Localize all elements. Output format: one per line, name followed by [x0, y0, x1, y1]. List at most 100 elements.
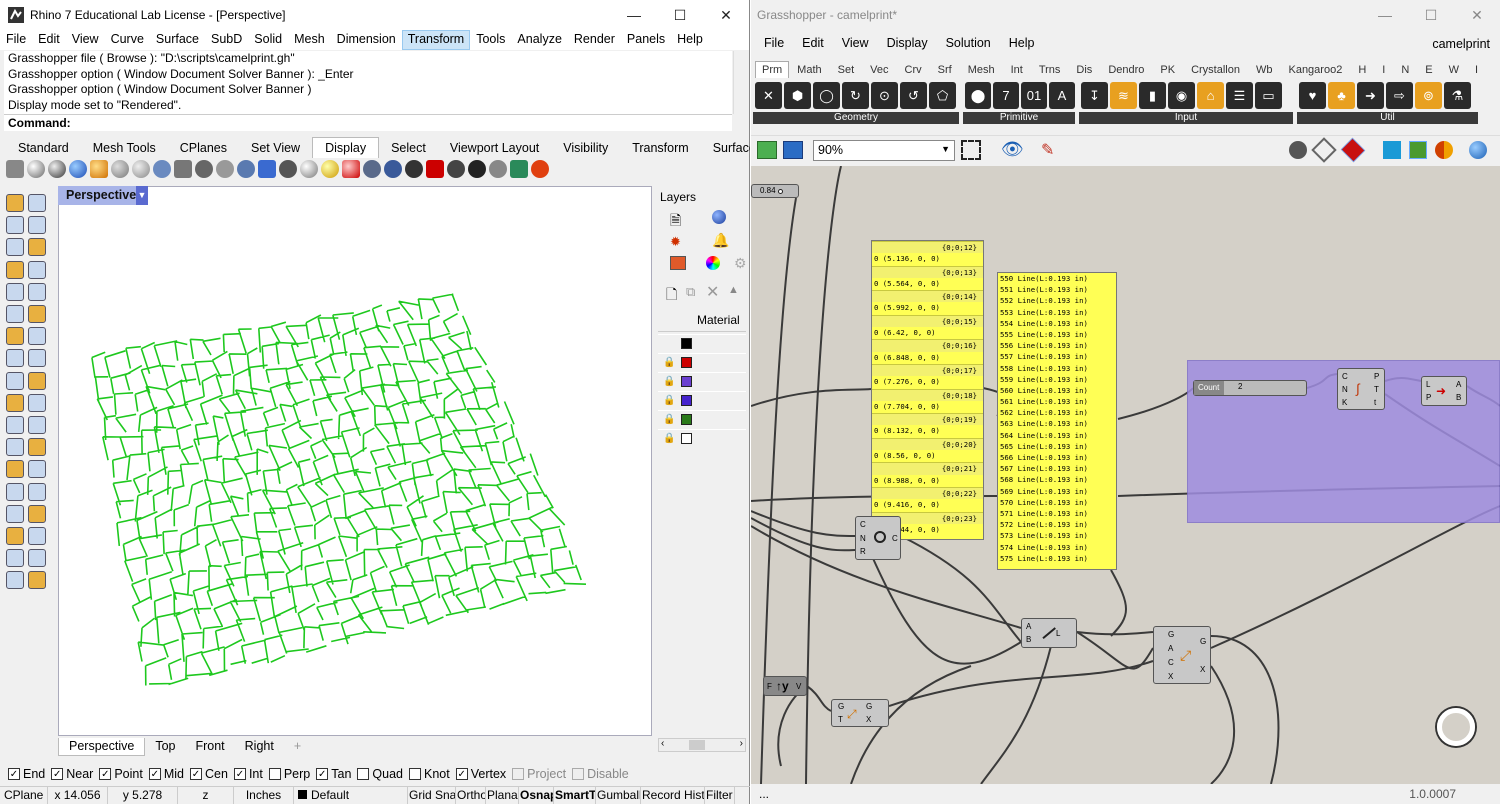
display-tool-icon[interactable]: [342, 160, 360, 178]
osnap-end[interactable]: ✓ End: [8, 767, 45, 781]
osnap-disable[interactable]: Disable: [572, 767, 629, 781]
layers-hscrollbar[interactable]: ‹ ›: [658, 738, 746, 752]
lock-icon[interactable]: 🔒: [663, 414, 675, 425]
layer-row[interactable]: 🔒: [658, 410, 746, 428]
display-tool-icon[interactable]: [111, 160, 129, 178]
color-wheel-icon[interactable]: [706, 256, 720, 270]
modeling-tool-icon[interactable]: [28, 504, 46, 523]
command-prompt[interactable]: Command:: [4, 114, 732, 131]
layer-row[interactable]: 🔒: [658, 372, 746, 390]
gh-menu-display[interactable]: Display: [878, 34, 937, 54]
layer-color-swatch[interactable]: [681, 357, 692, 368]
osnap-project[interactable]: Project: [512, 767, 566, 781]
component-button-icon[interactable]: ▭: [1255, 82, 1282, 109]
gh-tab[interactable]: Int: [1003, 62, 1031, 78]
display-tool-icon[interactable]: [237, 160, 255, 178]
component-button-icon[interactable]: ⬢: [784, 82, 811, 109]
panel-group-label[interactable]: Input: [1079, 112, 1293, 124]
modeling-tool-icon[interactable]: [28, 371, 46, 390]
gh-tab[interactable]: Vec: [862, 62, 896, 78]
checkbox-icon[interactable]: ✓: [8, 768, 20, 780]
gh-tab[interactable]: Kangaroo2: [1280, 62, 1350, 78]
transform-component[interactable]: GACX GX ⤢: [1153, 626, 1211, 684]
modeling-tool-icon[interactable]: [6, 571, 24, 590]
osnap-knot[interactable]: Knot: [409, 767, 450, 781]
modeling-tool-icon[interactable]: [28, 327, 46, 346]
toolbar-tab[interactable]: Set View: [239, 138, 312, 158]
circle-component[interactable]: CNR C: [855, 516, 901, 560]
menu-mesh[interactable]: Mesh: [288, 30, 331, 50]
osnap-point[interactable]: ✓ Point: [99, 767, 143, 781]
component-button-icon[interactable]: ⊚: [1415, 82, 1442, 109]
osnap-int[interactable]: ✓ Int: [233, 767, 263, 781]
document-name[interactable]: camelprint: [1432, 37, 1490, 51]
gh-menu-solution[interactable]: Solution: [937, 34, 1000, 54]
modeling-tool-icon[interactable]: [28, 571, 46, 590]
history-scrollbar[interactable]: [733, 51, 747, 114]
checkbox-icon[interactable]: [268, 768, 281, 780]
checkbox-icon[interactable]: [572, 768, 585, 780]
color-swatch-icon[interactable]: [1435, 141, 1453, 159]
display-tool-icon[interactable]: [531, 160, 549, 178]
layer-color-swatch[interactable]: [681, 395, 692, 406]
component-button-icon[interactable]: 7: [993, 82, 1019, 109]
menu-render[interactable]: Render: [568, 30, 621, 50]
modeling-tool-icon[interactable]: [28, 549, 46, 568]
gh-tab[interactable]: PK: [1152, 62, 1183, 78]
modeling-tool-icon[interactable]: [6, 282, 24, 301]
status-y[interactable]: y 5.278: [108, 787, 178, 804]
checkbox-icon[interactable]: [512, 768, 525, 780]
material-sphere-icon[interactable]: [712, 210, 726, 224]
menu-subd[interactable]: SubD: [205, 30, 248, 50]
gh-tab[interactable]: Crystallon: [1183, 62, 1248, 78]
toolbar-tab[interactable]: Transform: [620, 138, 701, 158]
yellow-panel-lines[interactable]: 550 Line(L:0.193 in) 551 Line(L:0.193 in)…: [997, 272, 1117, 570]
modeling-tool-icon[interactable]: [28, 460, 46, 479]
toolbar-tab[interactable]: Surface To: [701, 138, 750, 158]
panel-group-label[interactable]: Util: [1297, 112, 1478, 124]
perspective-viewport[interactable]: [58, 186, 652, 736]
checkbox-icon[interactable]: ✓: [233, 768, 246, 780]
sphere-preview-icon[interactable]: [1469, 141, 1487, 159]
mesh-settings-icon[interactable]: [1409, 141, 1427, 159]
menu-curve[interactable]: Curve: [105, 30, 150, 50]
toolbar-tab[interactable]: Display: [312, 137, 380, 158]
zoom-dropdown[interactable]: 90% ▼: [813, 140, 955, 161]
menu-analyze[interactable]: Analyze: [511, 30, 567, 50]
checkbox-icon[interactable]: ✓: [51, 768, 64, 780]
modeling-tool-icon[interactable]: [28, 260, 46, 279]
display-tool-icon[interactable]: [90, 160, 108, 178]
component-button-icon[interactable]: ⊙: [871, 82, 898, 109]
component-button-icon[interactable]: ⌂: [1197, 82, 1224, 109]
status-toggle[interactable]: Gumball: [596, 787, 641, 804]
component-button-icon[interactable]: ◯: [813, 82, 840, 109]
move-component[interactable]: GTGX ⤢: [831, 699, 889, 727]
modeling-tool-icon[interactable]: [6, 371, 24, 390]
component-button-icon[interactable]: ↺: [900, 82, 927, 109]
layer-tab-icon[interactable]: [670, 256, 686, 270]
new-document-icon[interactable]: 🗋: [666, 284, 677, 308]
component-button-icon[interactable]: 01: [1021, 82, 1047, 109]
display-tool-icon[interactable]: [6, 160, 24, 178]
modeling-tool-icon[interactable]: [28, 305, 46, 323]
line-component[interactable]: ABL: [1021, 618, 1077, 648]
modeling-tool-icon[interactable]: [6, 549, 24, 568]
bell-icon[interactable]: 🔔: [712, 232, 729, 249]
menu-dimension[interactable]: Dimension: [331, 30, 402, 50]
modeling-tool-icon[interactable]: [28, 482, 46, 501]
toolbar-tab[interactable]: Visibility: [551, 138, 620, 158]
gh-menu-help[interactable]: Help: [1000, 34, 1044, 54]
number-slider[interactable]: 0.84: [751, 184, 799, 198]
delete-icon[interactable]: ✕: [706, 282, 719, 302]
component-button-icon[interactable]: ♥: [1299, 82, 1326, 109]
display-tool-icon[interactable]: [132, 160, 150, 178]
menu-file[interactable]: File: [0, 30, 32, 50]
layer-color-swatch[interactable]: [681, 338, 692, 349]
viewport-tab-perspective[interactable]: Perspective: [58, 738, 146, 756]
osnap-mid[interactable]: ✓ Mid: [148, 767, 184, 781]
gh-tab[interactable]: N: [1393, 62, 1417, 78]
gh-maximize-button[interactable]: ☐: [1408, 0, 1454, 30]
toolbar-tab[interactable]: Select: [379, 138, 438, 158]
gh-tab[interactable]: Math: [789, 62, 829, 78]
gh-tab[interactable]: Set: [830, 62, 863, 78]
